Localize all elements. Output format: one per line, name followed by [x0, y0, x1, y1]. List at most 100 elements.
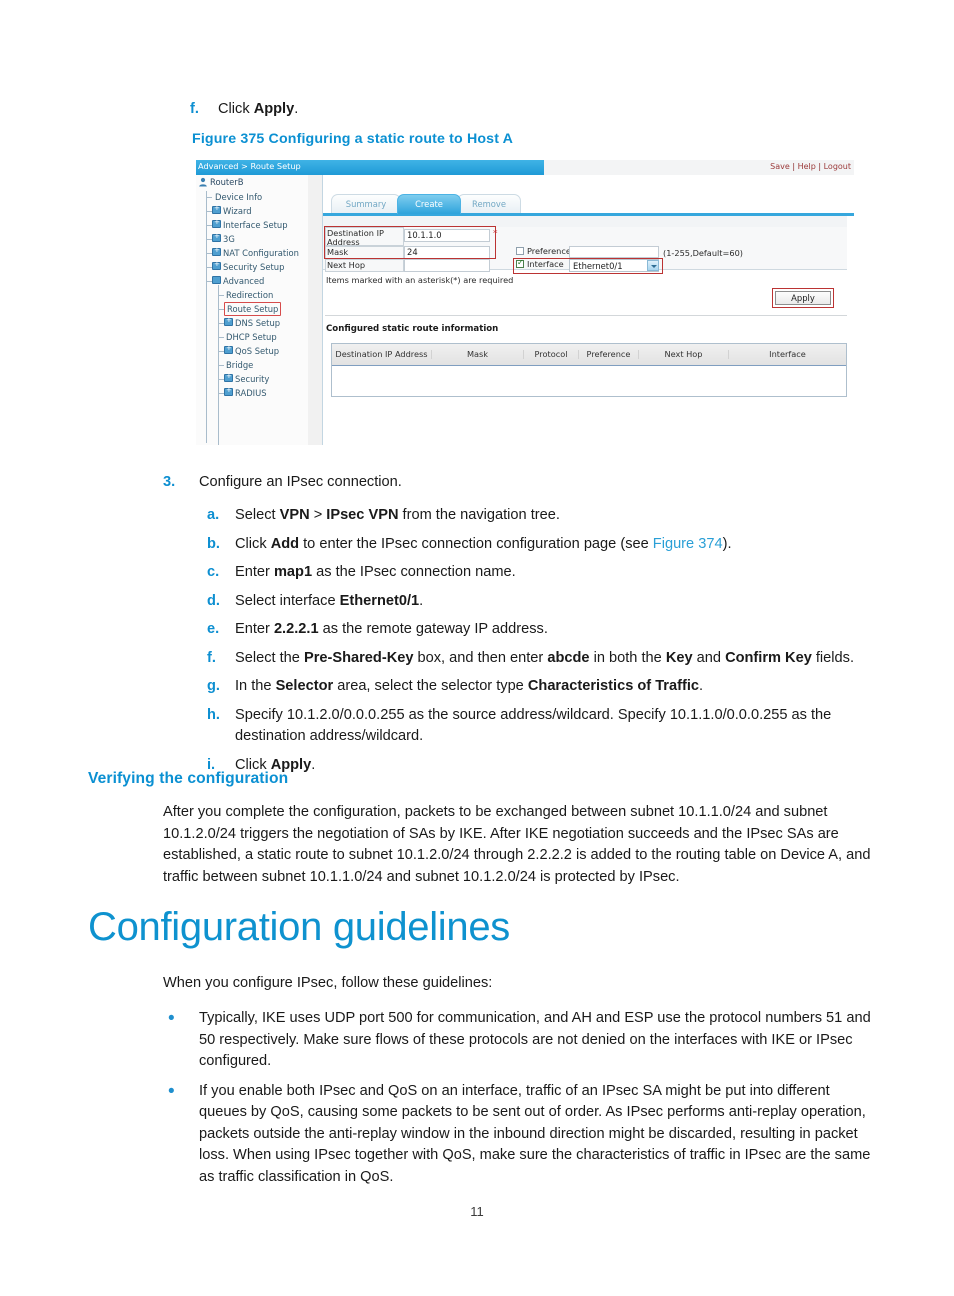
sidebar-item-dhcp-setup[interactable]: DHCP Setup	[226, 331, 277, 343]
dest-ip-label: Destination IP Address	[327, 228, 384, 247]
mask-input[interactable]: 24	[404, 246, 490, 259]
plain-text: Enter	[235, 621, 274, 637]
sidebar-item-advanced[interactable]: Advanced	[223, 275, 264, 287]
tab-summary[interactable]: Summary	[331, 194, 401, 214]
emphasis-text: VPN	[279, 507, 310, 523]
dest-ip-input[interactable]: 10.1.1.0	[404, 229, 490, 242]
figure-router-ui-screenshot: Advanced > Route Setup Save | Help | Log…	[196, 160, 854, 445]
step-f-suffix: .	[294, 101, 299, 117]
figure-cross-reference-link[interactable]: Figure 374	[653, 536, 723, 552]
navigation-tree: RouterB Device Info Wizard Interface Set…	[196, 175, 309, 445]
step-3: 3. Configure an IPsec connection.	[163, 472, 953, 494]
interface-checkbox[interactable]	[516, 258, 524, 268]
substep-c: c. Enter map1 as the IPsec connection nam…	[207, 562, 878, 584]
emphasis-text: Pre-Shared-Key	[303, 649, 414, 666]
emphasis-text: abcde	[547, 649, 590, 666]
document-page: f. Click Apply. Figure 375 Configuring a…	[0, 0, 954, 1296]
folder-plus-icon[interactable]	[224, 316, 233, 326]
ui-top-bar: Advanced > Route Setup Save | Help | Log…	[196, 160, 854, 175]
plain-text: Select interface	[235, 592, 340, 609]
table-header-row: Destination IP Address Mask Protocol Pre…	[332, 344, 846, 366]
sidebar-item-security[interactable]: Security	[235, 373, 269, 385]
tree-tick	[206, 197, 212, 198]
list-marker: f.	[190, 101, 199, 117]
folder-plus-icon[interactable]	[212, 204, 221, 214]
sidebar-item-qos-setup[interactable]: QoS Setup	[235, 345, 279, 357]
step-f-click-apply: f. Click Apply.	[190, 99, 954, 121]
plain-text: ).	[722, 535, 732, 552]
step-3-text: Configure an IPsec connection.	[199, 474, 402, 490]
plain-text: to enter the IPsec connection configurat…	[299, 535, 653, 552]
next-hop-input[interactable]	[404, 259, 490, 272]
folder-plus-icon[interactable]	[224, 372, 233, 382]
plain-text: Select	[235, 507, 280, 523]
th-destination-ip-address: Destination IP Address	[332, 349, 432, 360]
folder-plus-icon[interactable]	[224, 344, 233, 354]
bullet-dot-icon: •	[168, 1080, 175, 1102]
emphasis-text: Confirm Key	[725, 649, 812, 666]
substep-b: b. Click Add to enter the IPsec connectio…	[207, 534, 878, 556]
sidebar-item-bridge[interactable]: Bridge	[226, 359, 253, 371]
substep-i: i. Click Apply.	[207, 755, 878, 777]
sidebar-item-route-setup[interactable]: Route Setup	[224, 302, 282, 316]
sidebar-item-redirection[interactable]: Redirection	[226, 289, 273, 301]
folder-plus-icon[interactable]	[212, 260, 221, 270]
preference-checkbox[interactable]	[516, 247, 524, 255]
substep-text: Click Add to enter the IPsec connection …	[235, 534, 878, 556]
list-marker: d.	[207, 592, 220, 609]
folder-plus-icon[interactable]	[212, 246, 221, 256]
sidebar-item-radius[interactable]: RADIUS	[235, 387, 267, 399]
bullet-dot-icon: •	[168, 1008, 175, 1029]
preference-label: Preference	[527, 246, 571, 256]
substep-text: Enter map1 as the IPsec connection name.	[235, 562, 878, 584]
interface-select[interactable]: Ethernet0/1	[569, 259, 659, 272]
plain-text: as the remote gateway IP address.	[318, 621, 548, 637]
plain-text: box, and then enter	[413, 649, 548, 666]
tab-create[interactable]: Create	[397, 194, 461, 214]
emphasis-text: map1	[273, 564, 313, 580]
nav-separator	[308, 175, 323, 445]
list-marker: e.	[207, 621, 220, 637]
folder-plus-icon[interactable]	[224, 386, 233, 396]
guideline-text: Typically, IKE uses UDP port 500 for com…	[199, 1010, 871, 1069]
sidebar-item-dns-setup[interactable]: DNS Setup	[235, 317, 280, 329]
plain-text: area, select the selector type	[333, 678, 528, 694]
verifying-paragraph: After you complete the configuration, pa…	[163, 804, 871, 885]
list-marker: c.	[207, 564, 220, 580]
preference-input[interactable]	[569, 246, 659, 258]
list-marker: 3.	[163, 474, 176, 490]
route-create-form: Destination IP Address 10.1.1.0 * Mask 2…	[323, 216, 847, 274]
chevron-down-icon[interactable]	[647, 260, 659, 271]
tree-trunk	[206, 191, 207, 443]
sidebar-item-interface-setup[interactable]: Interface Setup	[223, 219, 288, 231]
user-icon	[199, 177, 207, 187]
tab-remove[interactable]: Remove	[457, 194, 521, 214]
page-title: Configuration guidelines	[88, 905, 510, 949]
folder-plus-icon[interactable]	[212, 218, 221, 228]
nav-root-label: RouterB	[210, 177, 244, 187]
header-links: Save | Help | Logout	[770, 162, 851, 171]
plain-text: In the	[235, 678, 276, 694]
link-help[interactable]: Help	[798, 162, 816, 171]
substep-text: Select the Pre-Shared-Key box, and then …	[235, 648, 878, 670]
list-marker: f.	[207, 649, 216, 666]
list-marker: b.	[207, 535, 220, 552]
preference-hint: (1-255,Default=60)	[663, 248, 743, 258]
emphasis-text: Ethernet0/1	[339, 592, 420, 609]
substep-text: Specify 10.1.2.0/0.0.0.255 as the source…	[235, 705, 878, 748]
guidelines-intro: When you configure IPsec, follow these g…	[163, 975, 493, 991]
sidebar-item-nat-configuration[interactable]: NAT Configuration	[223, 247, 299, 259]
sidebar-item-device-info[interactable]: Device Info	[215, 191, 262, 203]
folder-open-icon[interactable]	[212, 276, 221, 284]
plain-text: fields.	[811, 649, 855, 666]
folder-plus-icon[interactable]	[212, 232, 221, 242]
sidebar-item-security-setup[interactable]: Security Setup	[223, 261, 284, 273]
sidebar-item-wizard[interactable]: Wizard	[223, 205, 252, 217]
list-marker: a.	[207, 507, 220, 523]
link-logout[interactable]: Logout	[824, 162, 851, 171]
th-protocol: Protocol	[524, 349, 579, 360]
link-save[interactable]: Save	[770, 162, 790, 171]
configured-routes-table: Destination IP Address Mask Protocol Pre…	[331, 343, 847, 397]
sidebar-item-3g[interactable]: 3G	[223, 233, 235, 245]
apply-button[interactable]: Apply	[775, 291, 831, 305]
